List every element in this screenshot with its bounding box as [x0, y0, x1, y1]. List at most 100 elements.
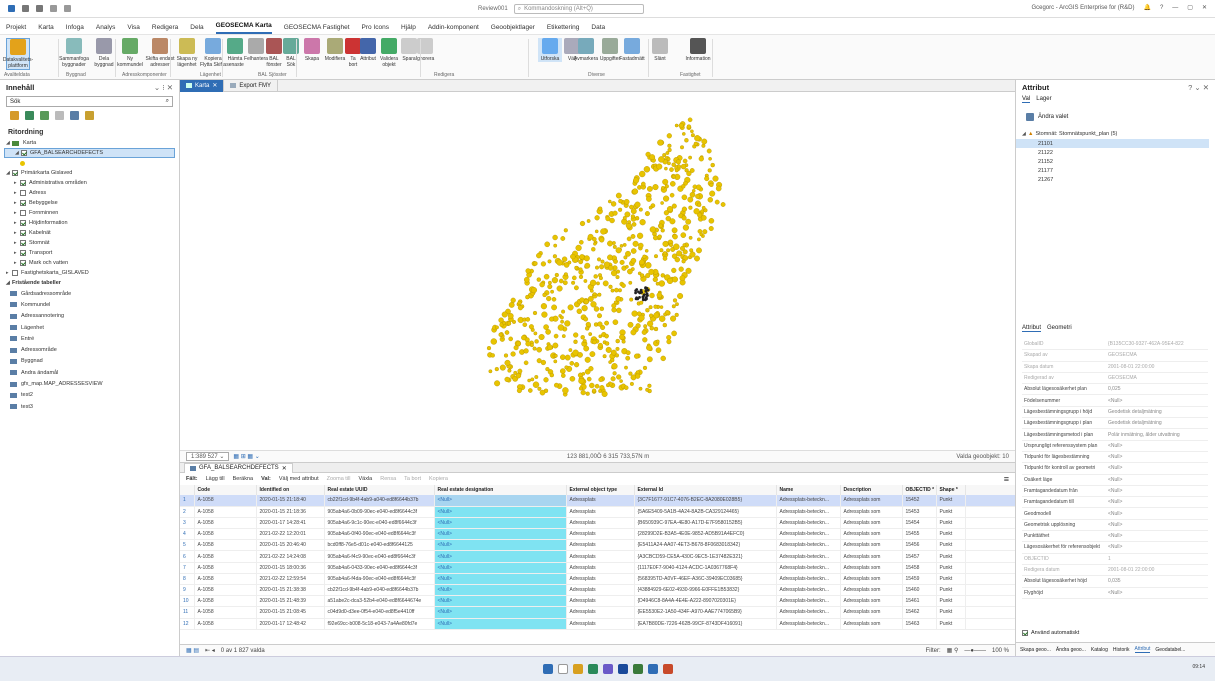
- address-point[interactable]: [583, 279, 588, 283]
- layer-node-stomnat[interactable]: ◢ ▲ Stomnät: Stomnätspunkt_plan (5): [1016, 129, 1215, 139]
- address-point[interactable]: [671, 304, 676, 309]
- selected-point[interactable]: [645, 287, 649, 290]
- address-point[interactable]: [634, 353, 640, 359]
- address-point[interactable]: [662, 322, 667, 328]
- address-point[interactable]: [504, 376, 510, 383]
- layer-gfa-balsearchdefects[interactable]: ◢ GFA_BALSEARCHDEFECTS: [4, 148, 175, 158]
- powerpoint-icon[interactable]: [662, 664, 673, 674]
- attribute-row[interactable]: Tidpunkt för kontroll av geometri <Null>: [1022, 463, 1208, 475]
- address-point[interactable]: [637, 232, 644, 239]
- table-cell[interactable]: Adressplats: [566, 584, 635, 597]
- table-cell[interactable]: bcd0ff8-76e5-d01c-e040-ed8f6644125: [324, 539, 435, 552]
- address-point[interactable]: [611, 303, 617, 309]
- table-cell[interactable]: 905ab4a6-f4da-90ec-e040-ed8f6644c3f: [324, 573, 435, 586]
- address-point[interactable]: [627, 220, 632, 224]
- pane-options-icon[interactable]: ? ⌄ ✕: [1188, 83, 1209, 92]
- attribute-row[interactable]: OBJECTID 1: [1022, 554, 1208, 565]
- start-icon[interactable]: [542, 664, 553, 674]
- address-point[interactable]: [669, 192, 675, 198]
- address-point[interactable]: [579, 220, 586, 227]
- table-cell[interactable]: cb22f1cd-9b4f-4ab9-e040-ed8f6644b37b: [324, 584, 435, 597]
- address-point[interactable]: [652, 184, 659, 191]
- attribute-row[interactable]: Lägesbestämningsgrupp i plan Geodetisk de…: [1022, 418, 1208, 430]
- address-point[interactable]: [674, 256, 680, 263]
- address-point[interactable]: [523, 276, 530, 283]
- address-point[interactable]: [589, 279, 597, 287]
- tab-projekt[interactable]: Projekt: [6, 24, 26, 34]
- address-point[interactable]: [589, 382, 595, 389]
- address-point[interactable]: [654, 254, 659, 259]
- address-point[interactable]: [678, 266, 684, 272]
- address-point[interactable]: [588, 332, 593, 337]
- table-cell[interactable]: 905ab4a6-0f40-90ec-e040-ed8f6644c3f: [324, 528, 435, 541]
- attribute-row[interactable]: Absolut lägesosäkerhet plan 0,025: [1022, 384, 1208, 396]
- address-point[interactable]: [578, 259, 584, 265]
- layer-item[interactable]: ▸ Administrativa områden: [0, 178, 179, 188]
- address-point[interactable]: [553, 243, 558, 248]
- table-cell[interactable]: a51abe2c-dca3-52b4-e040-ed8f6644674e: [324, 595, 435, 608]
- attribute-value[interactable]: <Null>: [1108, 477, 1208, 483]
- address-point[interactable]: [547, 284, 553, 290]
- save-icon[interactable]: [8, 5, 15, 12]
- address-point[interactable]: [630, 248, 637, 254]
- tab-analys[interactable]: Analys: [96, 24, 116, 34]
- address-point[interactable]: [613, 258, 618, 264]
- address-point[interactable]: [614, 353, 619, 358]
- address-point[interactable]: [536, 277, 541, 282]
- address-point[interactable]: [629, 297, 634, 302]
- column-header[interactable]: External object type: [566, 485, 635, 495]
- address-point[interactable]: [598, 334, 603, 339]
- address-point[interactable]: [667, 143, 672, 148]
- ribbon-button-12[interactable]: Skapa: [300, 38, 324, 62]
- table-cell[interactable]: Adressplats-beteckn...: [776, 595, 841, 608]
- table-cell[interactable]: <Null>: [434, 550, 567, 563]
- table-item[interactable]: test3: [0, 401, 179, 412]
- address-point[interactable]: [682, 249, 688, 255]
- ribbon-button-18[interactable]: Ignorera: [413, 38, 437, 62]
- address-point[interactable]: [553, 382, 559, 388]
- table-cell[interactable]: A-1058: [194, 506, 257, 518]
- table-cell[interactable]: Punkt: [936, 528, 966, 541]
- address-point[interactable]: [638, 207, 643, 212]
- address-point[interactable]: [506, 321, 512, 326]
- table-tool-lägg-till[interactable]: Lägg till: [206, 476, 225, 482]
- table-cell[interactable]: A-1058: [194, 528, 257, 541]
- address-point[interactable]: [618, 198, 623, 204]
- address-point[interactable]: [635, 373, 641, 379]
- address-point[interactable]: [655, 281, 660, 286]
- table-cell[interactable]: Punkt: [936, 517, 966, 530]
- command-search-input[interactable]: ⌕ Kommandoskning (Alt+Q): [513, 4, 644, 14]
- address-point[interactable]: [632, 188, 639, 195]
- address-point[interactable]: [583, 299, 589, 305]
- table-cell[interactable]: Adressplats-beteckn...: [776, 562, 841, 574]
- address-point[interactable]: [623, 385, 629, 391]
- address-point[interactable]: [653, 326, 659, 332]
- table-cell[interactable]: Adressplats-beteckn...: [776, 618, 841, 630]
- dock-tab[interactable]: Katalog: [1091, 647, 1108, 653]
- attribute-value[interactable]: <Null>: [1108, 398, 1208, 404]
- selected-point[interactable]: [645, 293, 649, 296]
- table-cell[interactable]: 15455: [902, 528, 937, 541]
- tab-val[interactable]: Val: [1022, 96, 1031, 103]
- address-point[interactable]: [599, 306, 604, 312]
- address-point[interactable]: [662, 153, 667, 158]
- close-tab-icon[interactable]: ✕: [212, 82, 217, 89]
- address-point[interactable]: [625, 264, 629, 269]
- table-cell[interactable]: {568395TD-A0VF-46EF-A36C-39409EC03685}: [634, 573, 777, 586]
- attribute-value[interactable]: <Null>: [1108, 465, 1208, 471]
- close-icon[interactable]: ✕: [1202, 4, 1207, 11]
- address-point[interactable]: [574, 362, 580, 368]
- address-point[interactable]: [642, 254, 647, 259]
- table-tool-välj-med-attribut[interactable]: Välj med attribut: [279, 476, 319, 482]
- address-point[interactable]: [600, 259, 605, 264]
- table-item[interactable]: Adressannotering: [0, 311, 179, 322]
- table-cell[interactable]: Adressplats som: [840, 517, 903, 530]
- table-cell[interactable]: 15454: [902, 517, 937, 530]
- table-cell[interactable]: Adressplats-beteckn...: [776, 506, 841, 518]
- address-point[interactable]: [540, 359, 547, 366]
- address-point[interactable]: [605, 346, 612, 353]
- row-number[interactable]: 3: [180, 517, 195, 530]
- tab-karta[interactable]: Karta: [38, 24, 54, 34]
- address-point[interactable]: [645, 307, 650, 313]
- address-point[interactable]: [546, 344, 553, 351]
